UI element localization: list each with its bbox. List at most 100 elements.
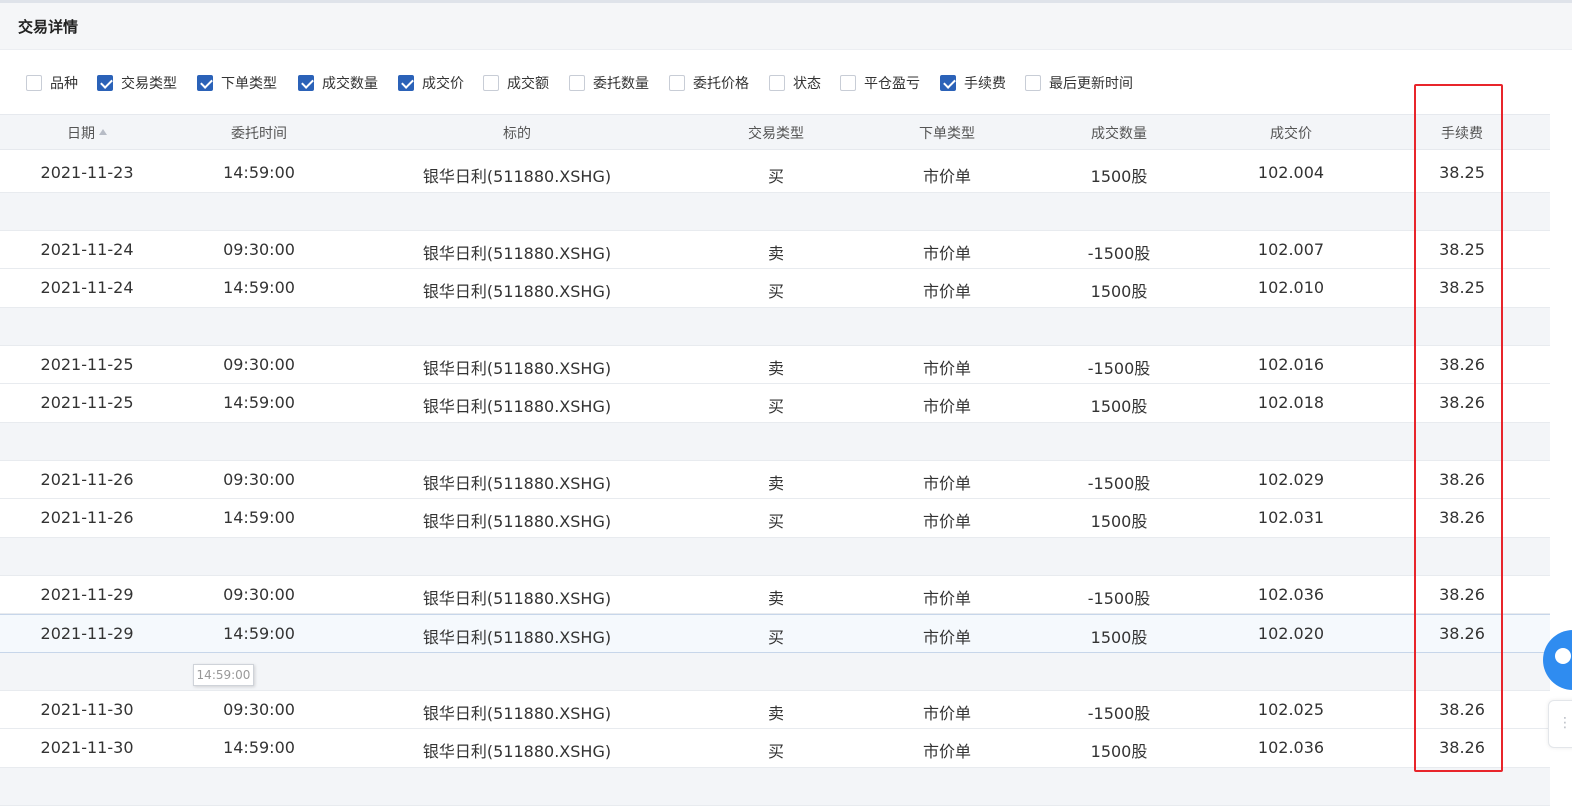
chat-bubble-icon [1555,648,1571,664]
filter-checkbox[interactable] [1025,75,1041,91]
table-cell: 市价单 [922,628,972,647]
table-cell: 银华日利(511880.XSHG) [422,397,612,416]
table-cell: 14:59:00 [223,738,295,757]
table-cell: 银华日利(511880.XSHG) [422,473,612,493]
filter-option[interactable]: 最后更新时间 [1025,74,1133,92]
column-header-label: 手续费 [1441,126,1483,142]
table-cell: 2021-11-25 [40,393,134,412]
table-cell: 38.26 [1439,469,1485,489]
column-header: 手续费 [1441,123,1483,143]
row-separator [0,192,1550,231]
table-row[interactable]: 2021-11-25 09:30:00 银华日利(511880.XSHG) 卖 市价单 -… [0,345,1550,384]
table-cell: 38.25 [1439,163,1485,182]
filter-checkbox[interactable] [398,75,414,91]
filter-checkbox[interactable] [197,75,213,91]
table-cell: 买 [767,397,785,416]
table-cell: 102.036 [1257,738,1325,757]
filter-checkbox[interactable] [669,75,685,91]
table-cell: 09:30:00 [223,699,295,719]
table-cell: 2021-11-26 [40,508,134,527]
column-header: 委托时间 [231,123,287,143]
panel-header: 交易详情 [0,3,1572,50]
time-tooltip: 14:59:00 [193,664,254,686]
filter-checkbox[interactable] [483,75,499,91]
table-cell: 市价单 [922,512,972,531]
filter-checkbox[interactable] [97,75,113,91]
filter-option[interactable]: 成交额 [483,74,549,92]
table-cell: 38.25 [1439,278,1485,297]
column-header: 成交价 [1270,123,1312,143]
filter-option[interactable]: 下单类型 [197,74,277,92]
table-cell: 卖 [767,473,785,493]
table-cell: 102.020 [1257,624,1325,643]
table-cell: 买 [767,628,785,647]
table-row[interactable]: 2021-11-24 14:59:00 银华日利(511880.XSHG) 买 市价单 1… [0,269,1550,308]
filter-checkbox[interactable] [940,75,956,91]
filter-label: 交易类型 [121,76,177,92]
table-cell: -1500股 [1087,703,1151,723]
table-cell: 38.26 [1439,699,1485,719]
table-cell: 1500股 [1090,742,1148,761]
filter-label: 下单类型 [221,76,277,92]
table-cell: 卖 [767,358,785,378]
table-cell: 102.029 [1257,469,1325,489]
table-cell: 14:59:00 [223,508,295,527]
table-cell: 102.031 [1257,508,1325,527]
table-cell: 银华日利(511880.XSHG) [422,742,612,761]
column-header: 下单类型 [919,123,975,143]
table-cell: 102.016 [1257,354,1325,374]
table-cell: 09:30:00 [223,469,295,489]
table-cell: 1500股 [1090,167,1148,186]
table-cell: 2021-11-26 [40,469,134,489]
table-cell: 38.26 [1439,624,1485,643]
panel-title: 交易详情 [18,18,79,36]
table-cell: 09:30:00 [223,239,295,259]
filter-checkbox[interactable] [26,75,42,91]
table-cell: 2021-11-29 [40,624,134,643]
row-separator [0,537,1550,576]
table-cell: 1500股 [1090,628,1148,647]
column-header[interactable]: 日期 [67,123,107,143]
table-cell: 102.007 [1257,239,1325,259]
filter-option[interactable]: 状态 [769,74,821,92]
filter-checkbox[interactable] [840,75,856,91]
column-header-label: 交易类型 [748,126,804,142]
filter-option[interactable]: 成交价 [398,74,464,92]
filter-checkbox[interactable] [569,75,585,91]
sort-ascending-icon[interactable] [99,129,107,135]
table-row[interactable]: 2021-11-26 14:59:00 银华日利(511880.XSHG) 买 市价单 1… [0,499,1550,538]
table-row[interactable]: 2021-11-29 14:59:00 银华日利(511880.XSHG) 买 市价单 1… [0,614,1550,653]
table-cell: 市价单 [922,167,972,186]
table-row[interactable]: 2021-11-29 09:30:00 银华日利(511880.XSHG) 卖 市价单 -… [0,575,1550,614]
filter-option[interactable]: 委托价格 [669,74,749,92]
filter-option[interactable]: 平仓盈亏 [840,74,920,92]
filter-checkbox[interactable] [298,75,314,91]
table-cell: 银华日利(511880.XSHG) [422,588,612,608]
table-cell: -1500股 [1087,243,1151,263]
table-cell: 买 [767,167,785,186]
column-header: 交易类型 [748,123,804,143]
filter-label: 状态 [793,76,821,92]
filter-option[interactable]: 品种 [26,74,78,92]
table-header: 日期 委托时间 标的 交易类型 下单类型 成交数量 成交价 手续费 [0,114,1550,150]
table-row[interactable]: 2021-11-23 14:59:00 银华日利(511880.XSHG) 买 市价单 1… [0,154,1550,193]
table-row[interactable]: 2021-11-30 14:59:00 银华日利(511880.XSHG) 买 市价单 1… [0,729,1550,768]
table-cell: 38.25 [1439,239,1485,259]
filter-option[interactable]: 委托数量 [569,74,649,92]
table-cell: 38.26 [1439,738,1485,757]
table-row[interactable]: 2021-11-30 09:30:00 银华日利(511880.XSHG) 卖 市价单 -… [0,690,1550,729]
table-cell: -1500股 [1087,473,1151,493]
table-row[interactable]: 2021-11-24 09:30:00 银华日利(511880.XSHG) 卖 市价单 -… [0,230,1550,269]
side-toolbar-handle[interactable]: ⋮⋮ [1548,700,1572,748]
filter-label: 最后更新时间 [1049,76,1133,92]
filter-option[interactable]: 手续费 [940,74,1006,92]
table-cell: 102.036 [1257,584,1325,604]
filter-option[interactable]: 交易类型 [97,74,177,92]
filter-option[interactable]: 成交数量 [298,74,378,92]
table-cell: 买 [767,512,785,531]
table-row[interactable]: 2021-11-25 14:59:00 银华日利(511880.XSHG) 买 市价单 1… [0,384,1550,423]
table-row[interactable]: 2021-11-26 09:30:00 银华日利(511880.XSHG) 卖 市价单 -… [0,460,1550,499]
filter-checkbox[interactable] [769,75,785,91]
table-cell: 102.004 [1257,163,1325,182]
table-cell: 市价单 [922,588,972,608]
